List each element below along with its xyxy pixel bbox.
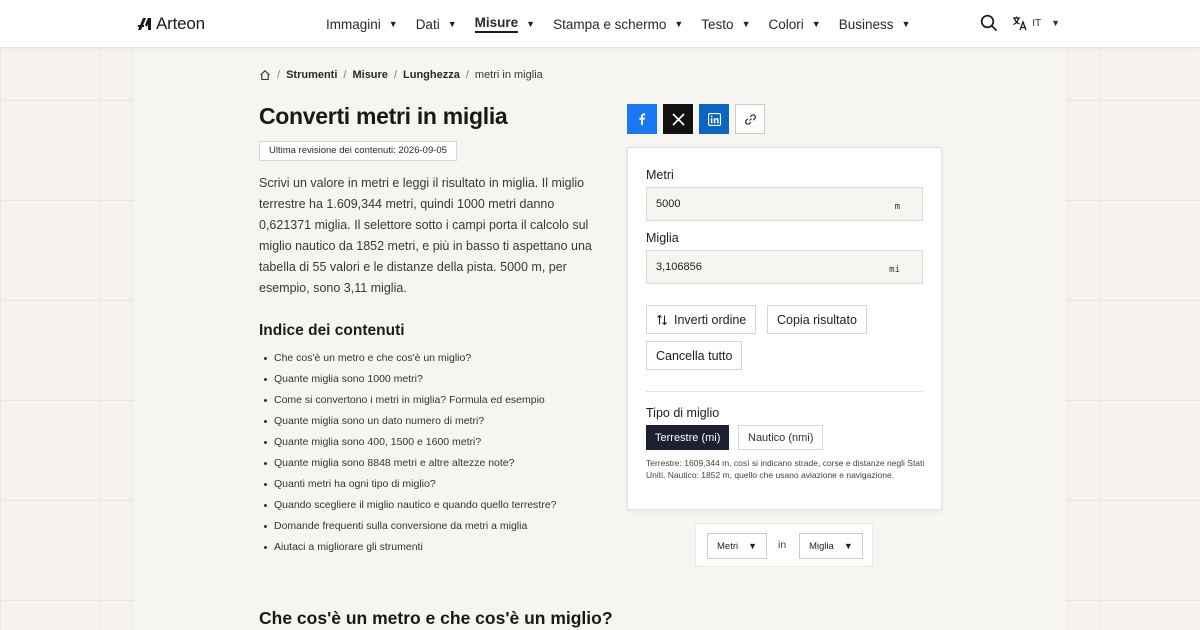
intro-paragraph: Scrivi un valore in metri e leggi il ris… [259, 176, 592, 295]
to-unit-select[interactable]: Miglia ▼ [799, 533, 863, 559]
meters-input[interactable] [647, 188, 877, 220]
breadcrumb: / Strumenti / Misure / Lunghezza / metri… [259, 69, 543, 81]
toc-link[interactable]: Quante miglia sono 8848 metri e altre al… [264, 453, 557, 474]
to-unit-value: Miglia [809, 540, 834, 552]
nav-item-business[interactable]: Business ▼ [839, 17, 911, 32]
page-title: Converti metri in miglia [259, 103, 508, 129]
breadcrumb-separator: / [343, 69, 347, 81]
home-icon[interactable] [259, 69, 271, 81]
share-facebook-button[interactable] [627, 104, 657, 134]
toc-link[interactable]: Quando scegliere il miglio nautico e qua… [264, 495, 557, 516]
clear-all-button[interactable]: Cancella tutto [646, 341, 743, 370]
nav-item-misure[interactable]: Misure ▼ [474, 15, 536, 33]
language-code: IT [1032, 17, 1042, 29]
table-of-contents: Che cos'è un metro e che cos'è un miglio… [264, 348, 557, 558]
share-buttons [627, 104, 765, 134]
translate-icon [1013, 16, 1027, 31]
clear-all-label: Cancella tutto [656, 348, 733, 363]
swap-button-label: Inverti ordine [674, 312, 747, 327]
miles-output[interactable] [647, 251, 877, 283]
miles-field: mi [646, 250, 923, 284]
output-unit: mi [889, 265, 900, 275]
nav-label: Testo [701, 16, 734, 32]
toc-link[interactable]: Come si convertono i metri in miglia? Fo… [264, 390, 557, 411]
nav-label: Dati [415, 16, 440, 32]
arteon-logo-icon [138, 18, 151, 30]
input-label: Metri [646, 168, 674, 182]
meters-field: m [646, 187, 923, 221]
from-unit-select[interactable]: Metri ▼ [707, 533, 768, 559]
caret-down-icon: ▼ [1051, 18, 1060, 28]
nav-item-testo[interactable]: Testo ▼ [701, 17, 750, 32]
converter-panel: Metri m Miglia mi Inverti ordine Copia r… [627, 147, 942, 510]
nav-label: Stampa e schermo [553, 16, 667, 32]
x-icon [671, 112, 685, 126]
from-unit-value: Metri [717, 540, 739, 552]
caret-down-icon: ▼ [388, 19, 398, 29]
share-linkedin-button[interactable] [699, 104, 729, 134]
section-heading: Che cos'è un metro e che cos'è un miglio… [259, 608, 613, 628]
caret-down-icon: ▼ [748, 541, 758, 551]
copy-result-button[interactable]: Copia risultato [767, 305, 867, 334]
copy-result-label: Copia risultato [777, 312, 857, 327]
mile-type-nautical[interactable]: Nautico (nmi) [738, 425, 824, 450]
caret-down-icon: ▼ [674, 19, 684, 29]
breadcrumb-link-misure[interactable]: Misure [352, 69, 387, 81]
toc-link[interactable]: Che cos'è un metro e che cos'è un miglio… [264, 348, 557, 369]
link-icon [744, 113, 756, 125]
divider [646, 391, 923, 392]
search-button[interactable] [980, 14, 998, 32]
toc-link[interactable]: Quante miglia sono 400, 1500 e 1600 metr… [264, 432, 557, 453]
search-icon [981, 14, 998, 32]
caret-down-icon: ▼ [741, 19, 751, 29]
input-unit: m [894, 202, 900, 212]
linkedin-icon [707, 112, 721, 126]
copy-link-button[interactable] [735, 104, 765, 134]
revision-badge: Ultima revisione dei contenuti: 2026-09-… [259, 141, 457, 161]
in-label: in [778, 539, 787, 551]
main-nav: Immagini ▼ Dati ▼ Misure ▼ Stampa e schermo… [326, 0, 928, 48]
breadcrumb-link-lunghezza[interactable]: Lunghezza [403, 69, 460, 81]
toc-link[interactable]: Quanti metri ha ogni tipo di miglio? [264, 474, 557, 495]
mile-type-hint: Terrestre: 1609,344 m, così si indicano … [646, 458, 925, 480]
mile-type-terrestrial[interactable]: Terrestre (mi) [646, 425, 730, 450]
breadcrumb-separator: / [277, 69, 281, 81]
nav-item-colori[interactable]: Colori ▼ [769, 17, 821, 32]
nav-label: Business [838, 16, 894, 32]
brand-name: Arteon [156, 14, 205, 33]
caret-down-icon: ▼ [447, 19, 457, 29]
nav-label: Colori [768, 16, 804, 32]
language-switcher[interactable]: IT ▼ [1012, 15, 1060, 31]
toc-link[interactable]: Quante miglia sono 1000 metri? [264, 369, 557, 390]
caret-down-icon: ▼ [843, 541, 853, 551]
share-x-button[interactable] [663, 104, 693, 134]
unit-selector-row: Metri ▼ in Miglia ▼ [695, 523, 873, 567]
nav-item-stampa-e-schermo[interactable]: Stampa e schermo ▼ [553, 17, 683, 32]
toc-title: Indice dei contenuti [259, 322, 405, 339]
swap-arrows-icon [657, 314, 667, 325]
nav-label: Immagini [326, 16, 381, 32]
caret-down-icon: ▼ [811, 19, 821, 29]
toc-link[interactable]: Aiutaci a migliorare gli strumenti [264, 537, 557, 558]
nav-item-dati[interactable]: Dati ▼ [416, 17, 457, 32]
brand-logo[interactable]: Arteon [137, 14, 205, 34]
top-navigation-bar: Arteon Immagini ▼ Dati ▼ Misure ▼ Stampa e … [0, 0, 1200, 48]
swap-button[interactable]: Inverti ordine [646, 305, 757, 334]
nav-right-actions: IT ▼ [980, 14, 1060, 32]
facebook-icon [639, 113, 646, 125]
toc-link[interactable]: Domande frequenti sulla conversione da m… [264, 516, 557, 537]
breadcrumb-separator: / [465, 69, 469, 81]
nav-item-immagini[interactable]: Immagini ▼ [326, 17, 398, 32]
caret-down-icon: ▼ [901, 19, 911, 29]
toc-link[interactable]: Quante miglia sono un dato numero di met… [264, 411, 557, 432]
breadcrumb-current: metri in miglia [474, 69, 543, 81]
caret-down-icon: ▼ [526, 19, 536, 29]
breadcrumb-separator: / [393, 69, 397, 81]
output-label: Miglia [646, 231, 679, 245]
nav-label: Misure [474, 15, 519, 33]
breadcrumb-link-strumenti[interactable]: Strumenti [286, 69, 337, 81]
mile-type-label: Tipo di miglio [646, 406, 720, 420]
